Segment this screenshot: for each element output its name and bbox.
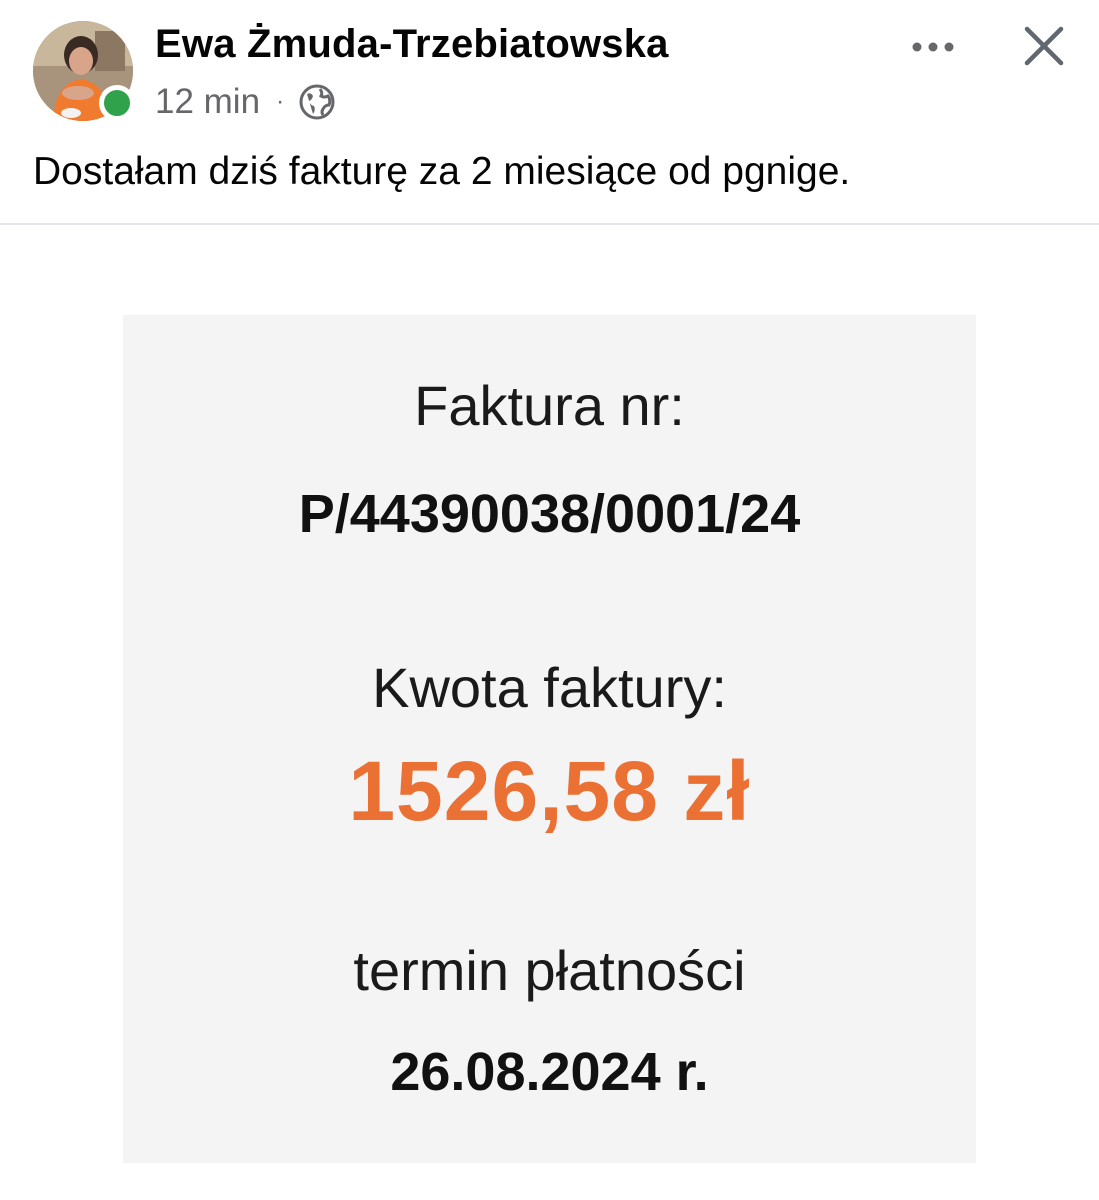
more-horizontal-icon <box>912 42 954 52</box>
invoice-amount: 1526,58 zł <box>348 744 751 838</box>
author-avatar[interactable] <box>33 21 135 121</box>
invoice-number: P/44390038/0001/24 <box>298 484 801 544</box>
due-date-label: termin płatności <box>353 939 746 1002</box>
invoice-number-label: Faktura nr: <box>414 374 685 437</box>
amount-label: Kwota faktury: <box>372 656 727 719</box>
online-status-indicator <box>99 85 135 121</box>
close-icon <box>1024 26 1064 66</box>
more-options-button[interactable] <box>903 22 963 72</box>
close-button[interactable] <box>1014 16 1074 76</box>
due-date: 26.08.2024 r. <box>390 1042 709 1102</box>
facebook-post: Ewa Żmuda-Trzebiatowska 12 min · Dostała… <box>0 0 1099 1200</box>
post-text: Dostałam dziś fakturę za 2 miesiące od p… <box>33 150 851 193</box>
meta-separator: · <box>276 88 285 115</box>
divider <box>0 223 1099 225</box>
globe-icon[interactable] <box>298 83 336 121</box>
post-timestamp[interactable]: 12 min <box>155 82 260 122</box>
post-meta: 12 min · <box>155 80 336 124</box>
invoice-image[interactable]: Faktura nr: P/44390038/0001/24 Kwota fak… <box>123 315 976 1163</box>
author-name[interactable]: Ewa Żmuda-Trzebiatowska <box>155 22 669 67</box>
